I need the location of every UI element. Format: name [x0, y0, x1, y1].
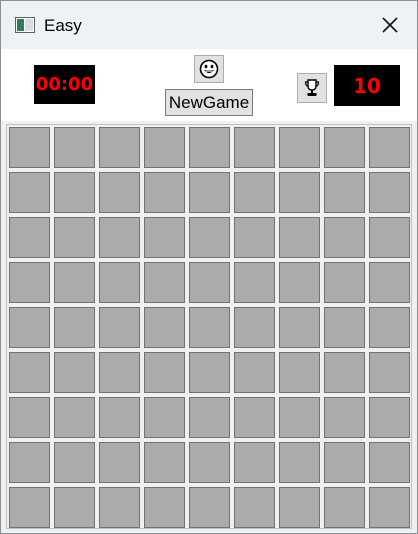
mine-cell[interactable]: [54, 397, 95, 438]
mine-cell[interactable]: [369, 127, 410, 168]
mine-cell[interactable]: [369, 262, 410, 303]
mine-cell[interactable]: [369, 442, 410, 483]
mine-cell[interactable]: [144, 352, 185, 393]
mine-cell[interactable]: [9, 352, 50, 393]
mine-cell[interactable]: [234, 487, 275, 528]
mine-cell[interactable]: [279, 307, 320, 348]
mine-counter-display: 10: [334, 65, 400, 106]
new-game-button[interactable]: NewGame: [165, 89, 253, 116]
close-button[interactable]: [363, 1, 417, 49]
mine-cell[interactable]: [144, 397, 185, 438]
window-app-icon: [15, 17, 35, 33]
mine-cell[interactable]: [324, 487, 365, 528]
mine-cell[interactable]: [279, 262, 320, 303]
mine-cell[interactable]: [324, 127, 365, 168]
title-bar: Easy: [1, 1, 417, 49]
window-title: Easy: [44, 16, 82, 35]
mine-cell[interactable]: [279, 397, 320, 438]
mine-cell[interactable]: [189, 487, 230, 528]
mine-cell[interactable]: [279, 442, 320, 483]
smiley-face-icon: [199, 59, 219, 79]
mine-cell[interactable]: [99, 307, 140, 348]
mine-cell[interactable]: [189, 127, 230, 168]
mine-cell[interactable]: [144, 217, 185, 258]
mine-cell[interactable]: [369, 352, 410, 393]
mine-cell[interactable]: [369, 397, 410, 438]
mine-cell[interactable]: [54, 442, 95, 483]
mine-cell[interactable]: [369, 487, 410, 528]
mine-cell[interactable]: [144, 172, 185, 213]
mine-cell[interactable]: [144, 127, 185, 168]
mine-cell[interactable]: [99, 487, 140, 528]
mine-cell[interactable]: [9, 172, 50, 213]
mine-cell[interactable]: [99, 352, 140, 393]
mine-cell[interactable]: [279, 127, 320, 168]
mine-cell[interactable]: [324, 172, 365, 213]
minefield-grid: [6, 124, 412, 529]
mine-cell[interactable]: [234, 262, 275, 303]
mine-cell[interactable]: [324, 442, 365, 483]
mine-cell[interactable]: [54, 352, 95, 393]
mine-cell[interactable]: [189, 262, 230, 303]
mine-cell[interactable]: [99, 262, 140, 303]
mine-cell[interactable]: [9, 487, 50, 528]
mine-cell[interactable]: [234, 442, 275, 483]
mine-cell[interactable]: [54, 262, 95, 303]
mine-cell[interactable]: [369, 217, 410, 258]
mine-cell[interactable]: [54, 217, 95, 258]
mine-cell[interactable]: [144, 487, 185, 528]
mine-cell[interactable]: [99, 217, 140, 258]
game-window: Easy 00:00 NewGame 10: [0, 0, 418, 534]
mine-cell[interactable]: [234, 172, 275, 213]
smiley-button[interactable]: [194, 55, 224, 83]
mine-cell[interactable]: [9, 307, 50, 348]
mine-cell[interactable]: [99, 127, 140, 168]
mine-cell[interactable]: [9, 217, 50, 258]
mine-cell[interactable]: [324, 352, 365, 393]
mine-cell[interactable]: [279, 217, 320, 258]
mine-cell[interactable]: [99, 442, 140, 483]
mine-cell[interactable]: [324, 262, 365, 303]
mine-cell[interactable]: [189, 397, 230, 438]
mine-cell[interactable]: [234, 217, 275, 258]
mine-cell[interactable]: [369, 307, 410, 348]
mine-cell[interactable]: [54, 172, 95, 213]
mine-cell[interactable]: [9, 127, 50, 168]
trophy-button[interactable]: [297, 73, 327, 103]
mine-cell[interactable]: [189, 172, 230, 213]
trophy-icon: [304, 79, 320, 96]
mine-cell[interactable]: [324, 307, 365, 348]
mine-cell[interactable]: [54, 487, 95, 528]
mine-cell[interactable]: [189, 217, 230, 258]
mine-cell[interactable]: [54, 127, 95, 168]
mine-cell[interactable]: [144, 307, 185, 348]
timer-display: 00:00: [34, 65, 95, 104]
mine-cell[interactable]: [324, 397, 365, 438]
mine-cell[interactable]: [144, 262, 185, 303]
mine-cell[interactable]: [9, 397, 50, 438]
mine-cell[interactable]: [234, 127, 275, 168]
mine-cell[interactable]: [234, 307, 275, 348]
close-icon: [382, 17, 398, 33]
mine-cell[interactable]: [144, 442, 185, 483]
mine-cell[interactable]: [99, 172, 140, 213]
mine-cell[interactable]: [9, 442, 50, 483]
mine-cell[interactable]: [324, 217, 365, 258]
mine-cell[interactable]: [54, 307, 95, 348]
game-toolbar: 00:00 NewGame 10: [1, 49, 417, 121]
mine-cell[interactable]: [279, 487, 320, 528]
mine-cell[interactable]: [369, 172, 410, 213]
mine-cell[interactable]: [189, 307, 230, 348]
mine-cell[interactable]: [279, 172, 320, 213]
mine-cell[interactable]: [9, 262, 50, 303]
mine-cell[interactable]: [234, 397, 275, 438]
mine-cell[interactable]: [279, 352, 320, 393]
mine-cell[interactable]: [189, 352, 230, 393]
mine-cell[interactable]: [234, 352, 275, 393]
mine-cell[interactable]: [189, 442, 230, 483]
mine-cell[interactable]: [99, 397, 140, 438]
